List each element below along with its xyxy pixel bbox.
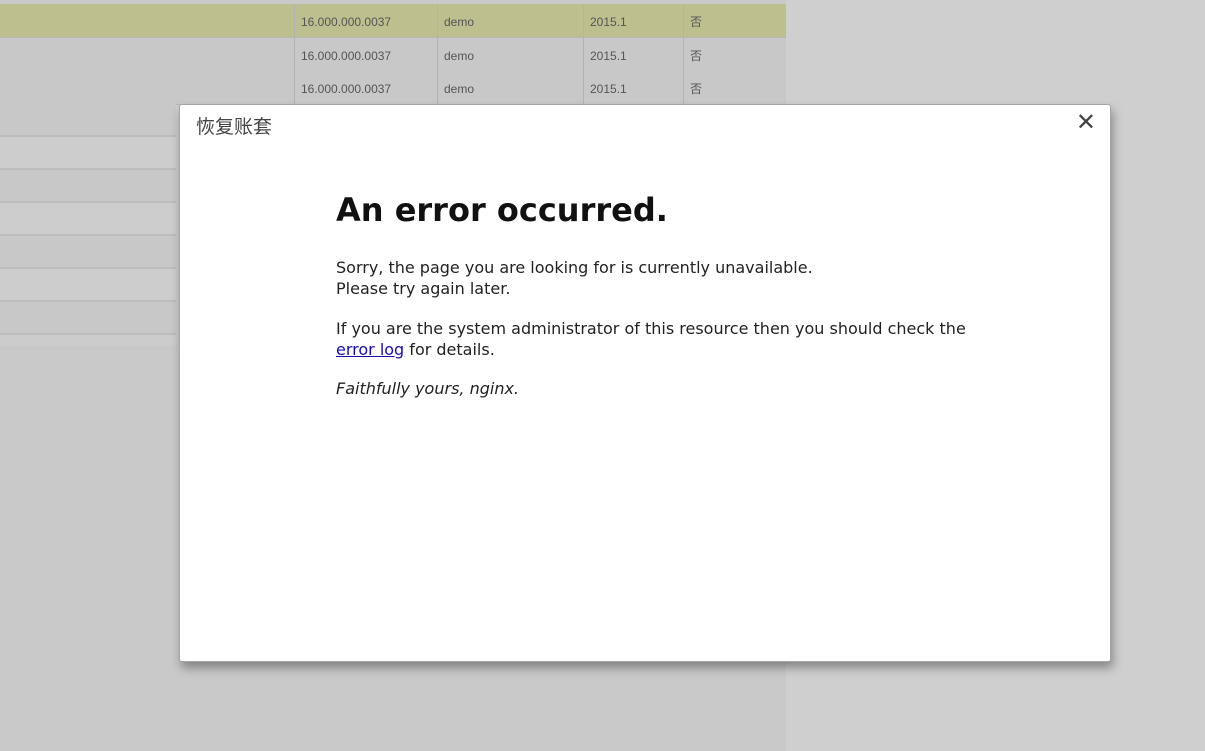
account-code-cell: 16.000.000.0037: [294, 38, 437, 71]
restore-account-dialog: 恢复账套 ✕ An error occurred. Sorry, the pag…: [179, 104, 1111, 662]
error-heading: An error occurred.: [336, 191, 668, 229]
admin-hint-suffix: for details.: [404, 340, 495, 359]
user-cell: demo: [437, 4, 583, 37]
table-row[interactable]: [0, 269, 176, 302]
date-cell: 2015.1: [583, 4, 683, 37]
admin-hint-text: If you are the system administrator of t…: [336, 319, 966, 338]
signature: Faithfully yours, nginx.: [336, 379, 520, 398]
error-content: An error occurred. Sorry, the page you a…: [336, 191, 1016, 398]
flag-cell: 否: [683, 4, 786, 37]
close-icon[interactable]: ✕: [1076, 107, 1096, 137]
table-row[interactable]: [0, 203, 176, 236]
date-cell: 2015.1: [583, 71, 683, 104]
user-cell: demo: [437, 38, 583, 71]
background-left-rows: [0, 104, 176, 335]
app-stage: 16.000.000.0037 demo 2015.1 否 16.000.000…: [0, 0, 1205, 751]
flag-cell: 否: [683, 38, 786, 71]
table-row[interactable]: 16.000.000.0037 demo 2015.1 否: [0, 71, 786, 105]
error-message-line-1: Sorry, the page you are looking for is c…: [336, 258, 813, 277]
error-log-link[interactable]: error log: [336, 340, 404, 359]
error-message: Sorry, the page you are looking for is c…: [336, 257, 1016, 299]
table-row[interactable]: 16.000.000.0037 demo 2015.1 否: [0, 38, 786, 72]
table-row[interactable]: [0, 137, 176, 170]
table-row[interactable]: [0, 302, 176, 335]
flag-cell: 否: [683, 71, 786, 104]
account-code-cell: 16.000.000.0037: [294, 71, 437, 104]
account-table: 16.000.000.0037 demo 2015.1 否 16.000.000…: [0, 0, 786, 105]
table-row[interactable]: [0, 170, 176, 203]
table-row[interactable]: [0, 104, 176, 137]
admin-hint: If you are the system administrator of t…: [336, 318, 1016, 360]
date-cell: 2015.1: [583, 38, 683, 71]
user-cell: demo: [437, 71, 583, 104]
dialog-title: 恢复账套: [196, 116, 273, 138]
table-row[interactable]: 16.000.000.0037 demo 2015.1 否: [0, 4, 786, 38]
table-row[interactable]: [0, 236, 176, 269]
account-code-cell: 16.000.000.0037: [294, 4, 437, 37]
error-message-line-2: Please try again later.: [336, 279, 511, 298]
